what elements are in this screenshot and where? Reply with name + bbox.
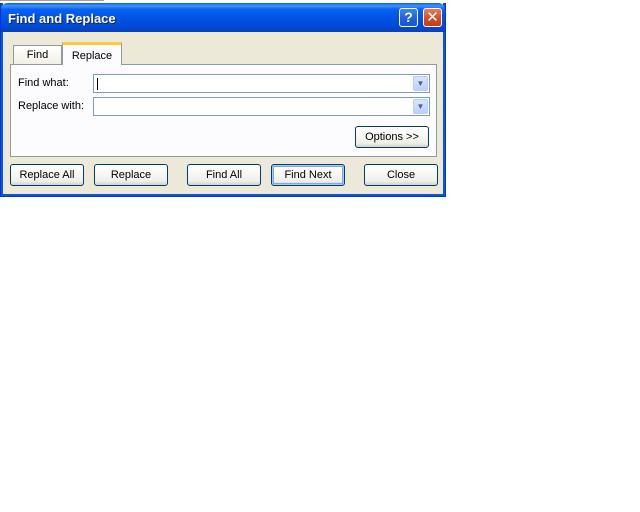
replace-with-dropdown-button[interactable]: ▼: [413, 99, 428, 114]
replace-tab-panel: Find what: ▼ Replace with: ▼ Options >>: [10, 64, 437, 157]
text-cursor: [97, 78, 98, 90]
options-button[interactable]: Options >>: [355, 126, 429, 148]
close-button[interactable]: Close: [364, 164, 438, 186]
find-what-dropdown-button[interactable]: ▼: [413, 76, 428, 91]
dialog-title: Find and Replace: [8, 11, 116, 26]
title-bar[interactable]: Find and Replace ? ✕: [1, 3, 445, 32]
find-next-button[interactable]: Find Next: [271, 164, 345, 186]
find-what-label: Find what:: [18, 77, 69, 89]
find-what-combobox[interactable]: ▼: [93, 74, 430, 93]
help-button[interactable]: ?: [399, 8, 418, 27]
chevron-down-icon: ▼: [416, 79, 425, 88]
chevron-down-icon: ▼: [416, 102, 425, 111]
replace-button[interactable]: Replace: [94, 164, 168, 186]
close-icon: ✕: [426, 9, 439, 26]
replace-with-combobox[interactable]: ▼: [93, 97, 430, 116]
tab-find[interactable]: Find: [13, 45, 62, 64]
replace-with-label: Replace with:: [18, 100, 85, 112]
find-replace-dialog: Find and Replace ? ✕ Find Replace Find w…: [0, 3, 446, 197]
tab-replace[interactable]: Replace: [62, 42, 122, 65]
background-window-edge: [0, 0, 104, 1]
find-all-button[interactable]: Find All: [187, 164, 261, 186]
close-window-button[interactable]: ✕: [423, 8, 442, 27]
replace-all-button[interactable]: Replace All: [10, 164, 84, 186]
help-icon: ?: [404, 9, 413, 25]
